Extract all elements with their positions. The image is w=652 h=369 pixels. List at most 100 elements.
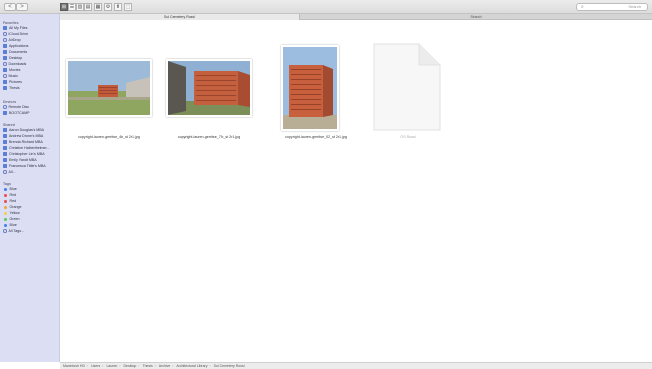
folder-icon [3, 86, 7, 90]
all-files-icon [3, 26, 7, 30]
toolbar: < > ⊞ ☰ ▥ ▤ ▦ ⚙ ⬆ ⬚ ⌕ Search [0, 0, 652, 14]
sidebar-item-shared-7[interactable]: Francesca Tittle's MBA [3, 164, 59, 169]
sidebar-item-documents[interactable]: Documents [3, 50, 59, 55]
chevron-right-icon: › [138, 364, 140, 368]
sidebar-item-pictures[interactable]: Pictures [3, 80, 59, 85]
path-segment[interactable]: Architectural Library [176, 364, 207, 368]
tags-icon [3, 229, 7, 233]
file-item[interactable]: copyright-lauren-gerritse_4b_st 2r1.jpg [64, 39, 154, 149]
photo-thumbnail-3 [283, 47, 337, 129]
tab-sul-cemetery-rossi[interactable]: Sul Cemetery Rossi [60, 14, 300, 20]
path-segment[interactable]: Macintosh HD [63, 364, 85, 368]
chevron-right-icon: › [172, 364, 174, 368]
red-tag-icon [3, 193, 7, 197]
search-input[interactable]: ⌕ Search [576, 3, 648, 11]
computer-icon [3, 146, 7, 150]
share-button[interactable]: ⬆ [114, 3, 122, 11]
path-segment[interactable]: Lauren [106, 364, 117, 368]
computer-icon [3, 140, 7, 144]
tags-button[interactable]: ⬚ [124, 3, 132, 11]
file-name[interactable]: copyright-lauren-gerritse_7'b_st 2r1.jpg [154, 135, 264, 139]
red-tag-icon [3, 199, 7, 203]
movies-icon [3, 68, 7, 72]
sidebar-item-thesis[interactable]: Thesis [3, 86, 59, 91]
path-segment[interactable]: Users [91, 364, 100, 368]
computer-icon [3, 134, 7, 138]
airdrop-icon [3, 38, 7, 42]
sidebar-item-desktop[interactable]: Desktop [3, 56, 59, 61]
tab-search[interactable]: Search [300, 14, 652, 20]
sidebar-item-remote-disc[interactable]: Remote Disc [3, 105, 59, 110]
sidebar-item-shared-6[interactable]: Emily Yandt MBA [3, 158, 59, 163]
file-thumbnail[interactable] [66, 59, 152, 117]
column-view-button[interactable]: ▥ [76, 3, 84, 11]
path-segment[interactable]: Archive [159, 364, 171, 368]
green-tag-icon [3, 217, 7, 221]
file-thumbnail[interactable] [166, 59, 252, 117]
file-item[interactable]: OS Rossi [363, 39, 453, 149]
computer-icon [3, 152, 7, 156]
file-name[interactable]: OS Rossi [353, 135, 463, 139]
file-item[interactable]: copyright-lauren-gerritse_02_st 2r1.jpg [271, 39, 361, 149]
sidebar-item-shared-1[interactable]: Aaron Douglas's MBA [3, 128, 59, 133]
icon-view-button[interactable]: ⊞ [60, 3, 68, 11]
action-button[interactable]: ⚙ [104, 3, 112, 11]
arrange-button[interactable]: ▦ [94, 3, 102, 11]
chevron-right-icon: › [119, 364, 121, 368]
search-placeholder: Search [628, 4, 641, 9]
path-bar: Macintosh HD › Users › Lauren › Desktop › Th… [60, 362, 652, 369]
globe-icon [3, 170, 7, 174]
file-thumbnail[interactable] [281, 45, 339, 131]
chevron-right-icon: › [102, 364, 104, 368]
music-icon [3, 74, 7, 78]
sidebar-header-shared: Shared [3, 123, 15, 127]
sidebar-item-shared-5[interactable]: Christopher Lin's MBA [3, 152, 59, 157]
list-view-button[interactable]: ☰ [68, 3, 76, 11]
sidebar-header-tags: Tags [3, 182, 11, 186]
back-button[interactable]: < [4, 3, 16, 11]
sidebar-tag-red[interactable]: Red [3, 193, 59, 198]
search-icon: ⌕ [581, 4, 584, 10]
yellow-tag-icon [3, 211, 7, 215]
sidebar-tag-red-2[interactable]: Red [3, 199, 59, 204]
sidebar-item-downloads[interactable]: Downloads [3, 62, 59, 67]
sidebar-item-shared-all[interactable]: All... [3, 170, 59, 175]
sidebar-item-shared-2[interactable]: Andrew Drone's MBA [3, 134, 59, 139]
path-segment[interactable]: Desktop [124, 364, 137, 368]
sidebar-item-all-my-files[interactable]: All My Files [3, 26, 59, 31]
drive-icon [3, 111, 7, 115]
sidebar-tag-orange[interactable]: Orange [3, 205, 59, 210]
file-item[interactable]: copyright-lauren-gerritse_7'b_st 2r1.jpg [164, 39, 254, 149]
document-icon[interactable] [373, 43, 441, 131]
sidebar-item-movies[interactable]: Movies [3, 68, 59, 73]
sidebar-tag-blue[interactable]: Blue [3, 187, 59, 192]
downloads-icon [3, 62, 7, 66]
sidebar-item-applications[interactable]: Applications [3, 44, 59, 49]
sidebar-item-bootcamp[interactable]: BOOTCAMP [3, 111, 59, 116]
sidebar-tag-green[interactable]: Green [3, 217, 59, 222]
sidebar-item-icloud-drive[interactable]: iCloud Drive [3, 32, 59, 37]
file-name[interactable]: copyright-lauren-gerritse_4b_st 2r1.jpg [54, 135, 164, 139]
sidebar-item-shared-3[interactable]: Brenda Richard MBA [3, 140, 59, 145]
forward-button[interactable]: > [16, 3, 28, 11]
sidebar-tag-yellow[interactable]: Yellow [3, 211, 59, 216]
sidebar-header-devices: Devices [3, 100, 17, 104]
path-segment[interactable]: Thesis [142, 364, 152, 368]
chevron-right-icon: › [154, 364, 156, 368]
desktop-icon [3, 56, 7, 60]
applications-icon [3, 44, 7, 48]
tab-bar: Sul Cemetery Rossi Search [60, 14, 652, 20]
file-browser-content: copyright-lauren-gerritse_4b_st 2r1.jpg [61, 21, 652, 362]
path-segment[interactable]: Sul Cemetery Rossi [214, 364, 245, 368]
sidebar-item-shared-4[interactable]: Christine Halberthelmer... [3, 146, 59, 151]
blue-tag-icon [3, 223, 7, 227]
sidebar-item-music[interactable]: Music [3, 74, 59, 79]
photo-thumbnail-2 [168, 61, 250, 115]
sidebar-tag-all[interactable]: All Tags... [3, 229, 59, 234]
sidebar-tag-blue-2[interactable]: Blue [3, 223, 59, 228]
cover-flow-button[interactable]: ▤ [84, 3, 92, 11]
sidebar-item-airdrop[interactable]: AirDrop [3, 38, 59, 43]
orange-tag-icon [3, 205, 7, 209]
cloud-icon [3, 32, 7, 36]
photo-thumbnail-1 [68, 61, 150, 115]
